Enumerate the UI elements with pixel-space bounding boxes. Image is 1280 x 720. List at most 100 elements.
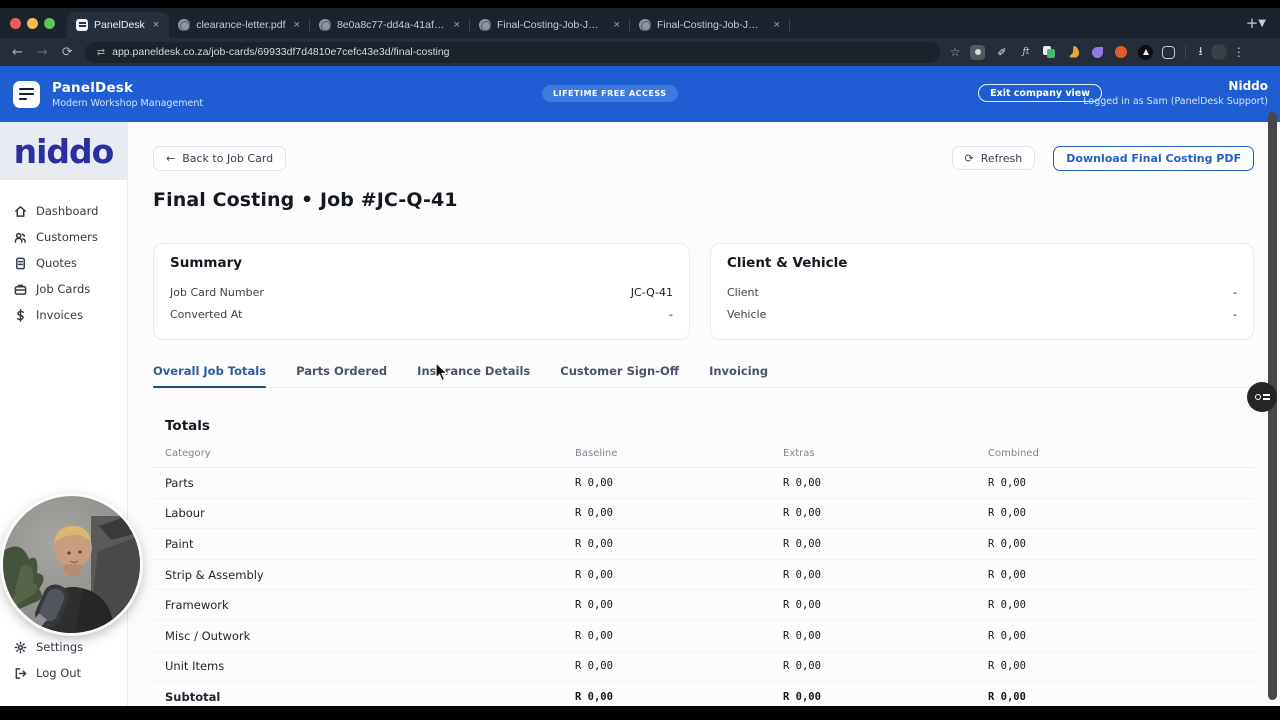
card-row: Job Card NumberJC-Q-41: [170, 281, 673, 303]
recorder-control-button[interactable]: [1247, 382, 1277, 412]
totals-header-row: CategoryBaselineExtrasCombined: [153, 448, 1254, 468]
profile-avatar[interactable]: [1211, 44, 1227, 60]
sidebar-item-quotes[interactable]: Quotes: [14, 250, 127, 276]
tab-overall-job-totals[interactable]: Overall Job Totals: [153, 364, 266, 387]
dark-circle-extension-icon[interactable]: [1138, 45, 1153, 60]
row-value: -: [669, 308, 673, 321]
client-vehicle-card: Client & Vehicle Client-Vehicle-: [710, 243, 1254, 340]
column-header: Category: [165, 448, 575, 459]
column-header: Combined: [988, 448, 1254, 459]
tab-title: Final-Costing-Job-JC-Q-41: [657, 19, 766, 31]
font-extension-icon[interactable]: ƒt: [1018, 45, 1033, 60]
paneldesk-logo-icon: [13, 81, 40, 108]
globe-favicon: [178, 19, 190, 31]
paneldesk-favicon: [76, 19, 88, 31]
tab-close-icon[interactable]: ×: [292, 19, 302, 31]
browser-menu-icon[interactable]: ⋮: [1233, 45, 1246, 59]
sidebar-item-log-out[interactable]: Log Out: [14, 660, 83, 686]
back-to-job-card-button[interactable]: ← Back to Job Card: [153, 146, 286, 171]
category-cell: Subtotal: [165, 690, 575, 704]
page-title: Final Costing • Job #JC-Q-41: [153, 189, 1254, 211]
amount-cell: R 0,00: [575, 660, 783, 672]
summary-card: Summary Job Card NumberJC-Q-41Converted …: [153, 243, 690, 340]
amount-cell: R 0,00: [783, 477, 988, 489]
mouse-cursor: [433, 362, 449, 382]
tab-close-icon[interactable]: ×: [612, 19, 622, 31]
sidebar-item-job-cards[interactable]: Job Cards: [14, 276, 127, 302]
tab-invoicing[interactable]: Invoicing: [709, 364, 768, 387]
browser-tab[interactable]: PanelDesk×: [67, 12, 169, 38]
close-window-button[interactable]: [10, 18, 21, 29]
amount-cell: R 0,00: [575, 507, 783, 519]
category-cell: Strip & Assembly: [165, 568, 575, 582]
amount-cell: R 0,00: [988, 691, 1254, 703]
card-row: Client-: [727, 281, 1237, 303]
row-value: -: [1233, 308, 1237, 321]
browser-tab[interactable]: 8e0a8c77-dd4a-41af-812f-9×: [310, 12, 470, 38]
amount-cell: R 0,00: [575, 599, 783, 611]
category-cell: Framework: [165, 598, 575, 612]
pen-extension-icon[interactable]: ✐: [994, 45, 1009, 60]
totals-row: Misc / OutworkR 0,00R 0,00R 0,00: [153, 621, 1254, 652]
amount-cell: R 0,00: [783, 630, 988, 642]
totals-row: LabourR 0,00R 0,00R 0,00: [153, 499, 1254, 530]
refresh-icon: ⟳: [965, 152, 974, 165]
download-final-costing-pdf-button[interactable]: Download Final Costing PDF: [1053, 146, 1254, 171]
amount-cell: R 0,00: [988, 569, 1254, 581]
bookmark-star-icon[interactable]: ☆: [950, 45, 961, 59]
app-header: PanelDesk Modern Workshop Management LIF…: [0, 66, 1280, 122]
crescent-extension-icon[interactable]: [1066, 45, 1081, 60]
browser-tab[interactable]: Final-Costing-Job-JC-Q-41×: [470, 12, 630, 38]
window-controls[interactable]: [10, 18, 55, 29]
new-tab-button[interactable]: +: [1246, 14, 1259, 32]
downloads-icon[interactable]: ⭳: [1198, 42, 1202, 63]
amount-cell: R 0,00: [988, 630, 1254, 642]
screenshot-extension-icon[interactable]: [970, 45, 985, 60]
extensions-puzzle-icon[interactable]: [1162, 46, 1175, 59]
amount-cell: R 0,00: [988, 477, 1254, 489]
sidebar-item-label: Quotes: [36, 256, 77, 270]
sidebar-item-customers[interactable]: Customers: [14, 224, 127, 250]
reload-icon[interactable]: ⟳: [62, 45, 73, 60]
fox-extension-icon[interactable]: [1114, 45, 1129, 60]
amount-cell: R 0,00: [575, 569, 783, 581]
account-subtitle: Logged in as Sam (PanelDesk Support): [1083, 96, 1268, 107]
browser-tab[interactable]: Final-Costing-Job-JC-Q-41 ×: [630, 12, 790, 38]
amount-cell: R 0,00: [783, 691, 988, 703]
lifetime-access-badge: LIFETIME FREE ACCESS: [542, 85, 678, 102]
row-label: Client: [727, 286, 759, 299]
sidebar-logo-area: niddo: [0, 122, 127, 180]
category-cell: Labour: [165, 506, 575, 520]
tab-close-icon[interactable]: ×: [772, 19, 782, 31]
tab-customer-sign-off[interactable]: Customer Sign-Off: [560, 364, 679, 387]
category-cell: Paint: [165, 537, 575, 551]
back-icon[interactable]: ←: [12, 45, 23, 60]
forward-icon[interactable]: →: [37, 45, 48, 60]
tab-close-icon[interactable]: ×: [452, 19, 462, 31]
document-icon: [14, 257, 27, 270]
pages-extension-icon[interactable]: [1042, 45, 1057, 60]
niddo-logo: niddo: [14, 135, 114, 168]
site-info-icon[interactable]: ⇄: [97, 47, 104, 58]
row-label: Vehicle: [727, 308, 766, 321]
app-subtitle: Modern Workshop Management: [52, 98, 203, 109]
sidebar-item-label: Settings: [36, 640, 83, 654]
sidebar-item-invoices[interactable]: Invoices: [14, 302, 127, 328]
browser-tab[interactable]: clearance-letter.pdf×: [169, 12, 310, 38]
sidebar-item-dashboard[interactable]: Dashboard: [14, 198, 127, 224]
totals-row: PaintR 0,00R 0,00R 0,00: [153, 529, 1254, 560]
account-name: Niddo: [1083, 79, 1268, 93]
tab-parts-ordered[interactable]: Parts Ordered: [296, 364, 387, 387]
leaf-extension-icon[interactable]: [1090, 45, 1105, 60]
zoom-window-button[interactable]: [44, 18, 55, 29]
minimize-window-button[interactable]: [27, 18, 38, 29]
sidebar-item-label: Dashboard: [36, 204, 98, 218]
row-label: Converted At: [170, 308, 242, 321]
card-row: Converted At -: [170, 303, 673, 325]
refresh-button[interactable]: ⟳ Refresh: [952, 146, 1036, 170]
sidebar-item-settings[interactable]: Settings: [14, 634, 83, 660]
tab-search-chevron-icon[interactable]: ▼: [1258, 18, 1266, 29]
tab-close-icon[interactable]: ×: [151, 19, 161, 31]
card-row: Vehicle -: [727, 303, 1237, 325]
address-bar[interactable]: ⇄ app.paneldesk.co.za/job-cards/69933df7…: [85, 42, 940, 63]
